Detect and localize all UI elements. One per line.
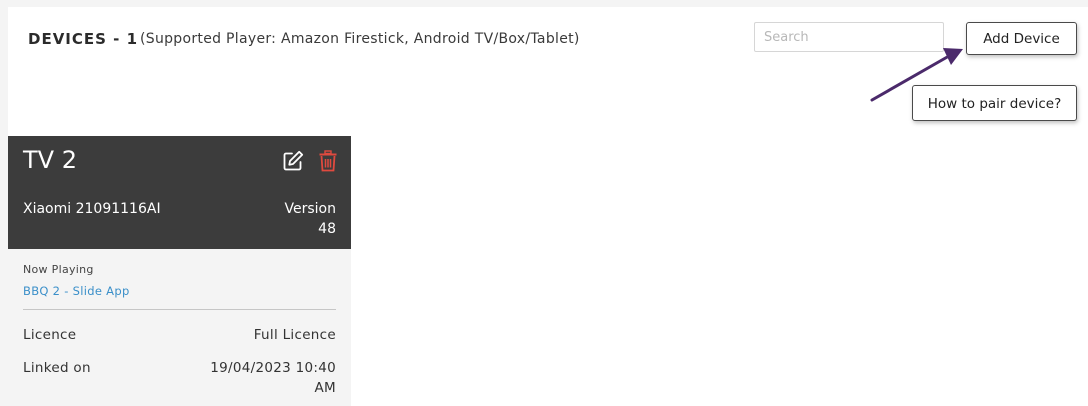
device-name: TV 2	[23, 146, 77, 174]
version-label: Version	[284, 201, 336, 217]
version-value: 48	[318, 221, 336, 237]
card-divider	[23, 309, 336, 310]
trash-icon[interactable]	[318, 150, 338, 172]
licence-label: Licence	[23, 327, 77, 343]
page-title: DEVICES - 1	[28, 30, 139, 48]
device-card: TV 2 Xiaomi 21091116AI Version 48 Now Pl…	[8, 136, 351, 406]
device-card-header: TV 2 Xiaomi 21091116AI Version 48	[8, 136, 351, 249]
linked-on-date: 19/04/2023 10:40	[210, 360, 336, 376]
linked-on-time-suffix: AM	[314, 380, 336, 396]
how-to-pair-button[interactable]: How to pair device?	[912, 85, 1077, 121]
devices-panel: DEVICES - 1 (Supported Player: Amazon Fi…	[8, 7, 1088, 406]
linked-on-label: Linked on	[23, 360, 91, 376]
linked-on-value: 19/04/2023 10:40 AM	[210, 358, 336, 398]
supported-players-note: (Supported Player: Amazon Firestick, And…	[140, 31, 580, 47]
edit-icon[interactable]	[282, 150, 304, 172]
now-playing-label: Now Playing	[23, 263, 94, 276]
now-playing-link[interactable]: BBQ 2 - Slide App	[23, 284, 130, 298]
add-device-button[interactable]: Add Device	[966, 22, 1077, 55]
device-model: Xiaomi 21091116AI	[23, 201, 161, 217]
licence-value: Full Licence	[253, 327, 336, 343]
